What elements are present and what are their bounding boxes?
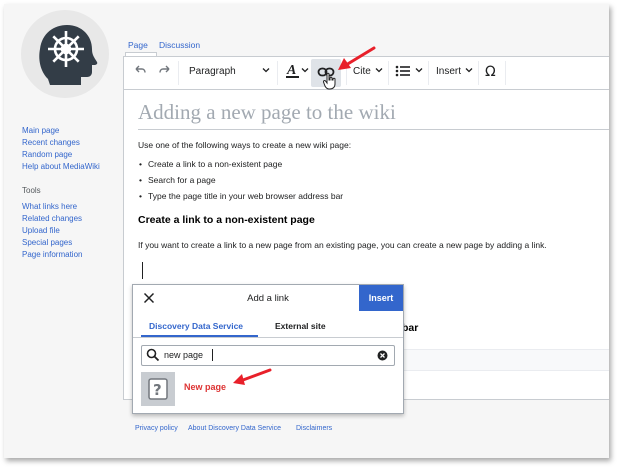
text-style-icon[interactable]: A — [285, 62, 301, 80]
chevron-down-icon — [300, 65, 310, 75]
toolbar-divider — [478, 61, 479, 85]
bullet-list-icon[interactable] — [395, 64, 411, 78]
toolbar-divider — [178, 61, 179, 85]
footer-link-disclaimers[interactable]: Disclaimers — [296, 425, 332, 432]
dialog-header: Add a link Insert — [133, 285, 403, 311]
sidebar-tools-heading: Tools — [22, 186, 41, 195]
search-icon — [146, 348, 160, 362]
sidebar-link-main-page[interactable]: Main page — [22, 126, 59, 135]
toolbar-divider — [428, 61, 429, 85]
list-item[interactable]: Create a link to a non-existent page — [139, 159, 282, 169]
tab-external-site[interactable]: External site — [275, 321, 326, 331]
text-caret — [212, 349, 213, 361]
hand-cursor-icon — [323, 72, 337, 90]
wiki-window: Main page Recent changes Random page Hel… — [4, 4, 609, 458]
toolbar-divider — [505, 61, 506, 85]
title-divider — [138, 129, 609, 130]
sidebar-link-random-page[interactable]: Random page — [22, 150, 72, 159]
tab-page[interactable]: Page — [128, 40, 148, 50]
insert-dropdown[interactable]: Insert — [436, 66, 461, 77]
sidebar-link-related-changes[interactable]: Related changes — [22, 214, 82, 223]
wiki-logo[interactable] — [20, 9, 110, 99]
svg-text:A: A — [286, 63, 296, 78]
page-title[interactable]: Adding a new page to the wiki — [138, 100, 396, 125]
toolbar-divider — [277, 61, 278, 85]
paragraph-format-label: Paragraph — [189, 66, 236, 77]
toolbar-divider — [388, 61, 389, 85]
sidebar-link-recent-changes[interactable]: Recent changes — [22, 138, 80, 147]
tab-discussion[interactable]: Discussion — [159, 40, 200, 50]
list-item[interactable]: Search for a page — [139, 175, 216, 185]
chevron-down-icon — [414, 65, 424, 75]
section-paragraph[interactable]: If you want to create a link to a new pa… — [138, 240, 547, 250]
cite-label: Cite — [353, 66, 371, 77]
redo-icon[interactable] — [158, 63, 172, 77]
partial-heading-text: bar — [402, 322, 419, 334]
list-item[interactable]: Type the page title in your web browser … — [139, 191, 343, 201]
footer-link-about[interactable]: About Discovery Data Service — [188, 425, 281, 432]
insert-label: Insert — [436, 66, 462, 77]
content-band — [402, 349, 609, 371]
paragraph-format-dropdown[interactable]: Paragraph — [189, 66, 236, 77]
sidebar-link-page-information[interactable]: Page information — [22, 250, 82, 259]
insert-button[interactable]: Insert — [359, 285, 403, 311]
intro-text[interactable]: Use one of the following ways to create … — [138, 140, 351, 150]
clear-icon[interactable] — [377, 350, 388, 361]
add-link-dialog: Add a link Insert Discovery Data Service… — [132, 284, 404, 414]
result-thumbnail[interactable]: ? — [141, 372, 175, 406]
close-icon[interactable] — [141, 290, 157, 306]
chevron-down-icon — [261, 65, 271, 75]
sidebar-link-special-pages[interactable]: Special pages — [22, 238, 72, 247]
sidebar-link-upload-file[interactable]: Upload file — [22, 226, 60, 235]
special-character-icon[interactable]: Ω — [485, 63, 499, 79]
sidebar-link-help[interactable]: Help about MediaWiki — [22, 162, 100, 171]
editor-toolbar: Paragraph A Cite Insert Ω — [124, 57, 609, 90]
toolbar-divider — [346, 61, 347, 85]
footer-link-privacy[interactable]: Privacy policy — [135, 425, 178, 432]
search-input-value: new page — [164, 350, 204, 360]
text-cursor — [142, 262, 143, 279]
chevron-down-icon — [464, 65, 474, 75]
tabs-divider — [133, 337, 403, 338]
svg-text:Ω: Ω — [485, 64, 496, 79]
tab-discovery-data-service[interactable]: Discovery Data Service — [149, 321, 243, 331]
cite-dropdown[interactable]: Cite — [353, 66, 371, 77]
undo-icon[interactable] — [133, 63, 147, 77]
svg-text:?: ? — [153, 381, 162, 399]
chevron-down-icon — [374, 65, 384, 75]
sidebar-link-what-links-here[interactable]: What links here — [22, 202, 77, 211]
result-new-page[interactable]: New page — [184, 382, 226, 392]
active-tab-indicator — [141, 335, 258, 337]
screenshot-frame: Main page Recent changes Random page Hel… — [0, 0, 621, 472]
link-search-input[interactable]: new page — [141, 345, 395, 366]
section-heading[interactable]: Create a link to a non-existent page — [138, 214, 315, 226]
